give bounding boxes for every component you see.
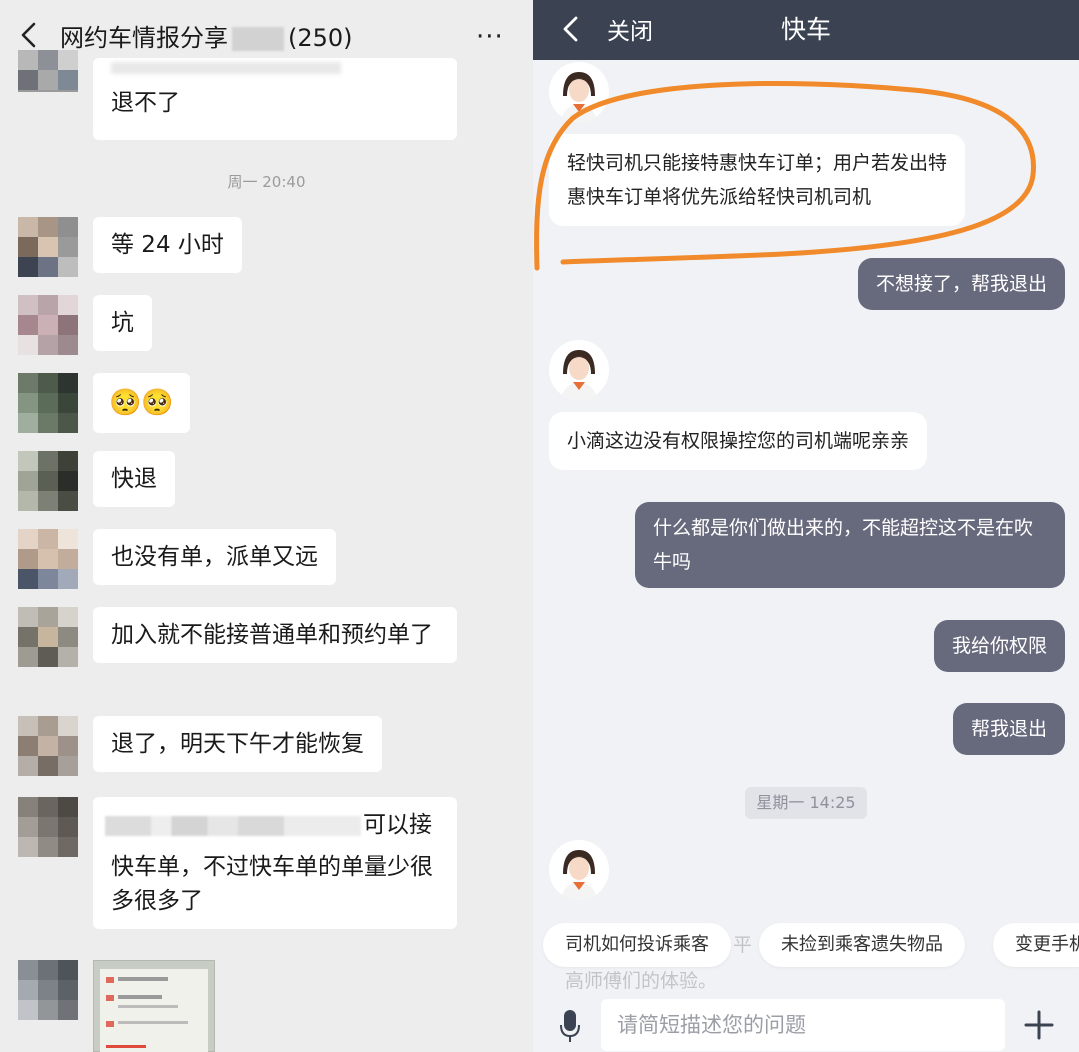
chat-bubble: 坑 <box>93 295 152 351</box>
user-message: 什么都是你们做出来的，不能超控这不是在吹牛吗 <box>635 502 1065 588</box>
chat-bubble: 退不了 <box>93 58 457 140</box>
message-text: 退不了 <box>111 90 180 116</box>
quick-reply-chip[interactable]: 变更手机 <box>993 923 1079 967</box>
avatar[interactable] <box>18 797 78 857</box>
agent-message: 轻快司机只能接特惠快车订单；用户若发出特惠快车订单将优先派给轻快司机司机 <box>549 134 965 226</box>
chat-title: 快车 <box>780 15 831 44</box>
avatar[interactable] <box>18 529 78 589</box>
emoji-message: 🥺🥺 <box>109 388 174 418</box>
input-bar <box>533 995 1079 1052</box>
avatar[interactable] <box>18 960 78 1020</box>
agent-avatar-icon <box>549 840 609 900</box>
message-text: 快车单，不过快车单的单量少很多很多了 <box>111 854 433 914</box>
avatar[interactable] <box>18 373 78 433</box>
support-header: 关闭 快车 <box>533 0 1079 60</box>
avatar[interactable] <box>18 716 78 776</box>
message-input[interactable] <box>601 999 1005 1051</box>
quick-reply-chip[interactable]: 未捡到乘客遗失物品 <box>759 923 965 967</box>
message-text: 也没有单，派单又远 <box>111 544 318 570</box>
plus-icon[interactable] <box>1023 1009 1055 1041</box>
message-text: 加入就不能接普通单和预约单了 <box>111 622 433 648</box>
timestamp: 周一 20:40 <box>227 173 306 191</box>
avatar[interactable] <box>18 451 78 511</box>
faded-background-text: 高师傅们的体验。 <box>565 970 718 992</box>
agent-message: 小滴这边没有权限操控您的司机端呢亲亲 <box>549 412 928 470</box>
faded-background-text: 平 <box>733 934 753 956</box>
message-text: 坑 <box>111 310 134 336</box>
blurred-region <box>232 27 284 51</box>
agent-avatar-icon <box>549 340 609 400</box>
more-menu-icon[interactable]: ··· <box>476 22 504 52</box>
chat-bubble: 等 24 小时 <box>93 217 242 273</box>
back-arrow-icon[interactable] <box>18 22 40 48</box>
message-text-tail: 可以接 <box>363 812 432 838</box>
avatar[interactable] <box>18 607 78 667</box>
chat-bubble: 🥺🥺 <box>93 373 190 433</box>
timestamp: 星期一 14:25 <box>745 787 867 819</box>
group-name: 网约车情报分享 <box>60 24 228 52</box>
support-chat-window: 关闭 快车 轻快司机只能接特惠快车订单；用户若发出特惠快车订单将优先派给轻快司机… <box>533 0 1079 1052</box>
chat-bubble: 也没有单，派单又远 <box>93 529 336 585</box>
message-text: 等 24 小时 <box>111 232 224 258</box>
user-message: 我给你权限 <box>933 620 1065 672</box>
agent-avatar <box>549 340 609 400</box>
agent-avatar-icon <box>549 62 609 122</box>
message-text: 退了，明天下午才能恢复 <box>111 731 364 757</box>
quick-reply-chip[interactable]: 司机如何投诉乘客 <box>543 923 731 967</box>
chat-bubble: 可以接 快车单，不过快车单的单量少很多很多了 <box>93 797 457 929</box>
agent-avatar <box>549 62 609 122</box>
chat-bubble: 快退 <box>93 451 175 507</box>
chat-bubble: 退了，明天下午才能恢复 <box>93 716 382 772</box>
member-count: (250) <box>288 24 353 52</box>
image-message-thumbnail[interactable] <box>93 960 215 1052</box>
group-title: 网约车情报分享 (250) <box>60 18 353 53</box>
avatar[interactable] <box>18 295 78 355</box>
avatar[interactable] <box>18 50 78 92</box>
microphone-icon[interactable] <box>559 1009 581 1043</box>
wechat-group-chat: 网约车情报分享 (250) ··· 退不了 周一 20:40 等 24 小时 坑 … <box>0 0 533 1052</box>
agent-avatar <box>549 840 609 900</box>
user-message: 不想接了，帮我退出 <box>857 258 1065 310</box>
message-text: 快退 <box>111 466 157 492</box>
avatar[interactable] <box>18 217 78 277</box>
chat-bubble: 加入就不能接普通单和预约单了 <box>93 607 457 663</box>
user-message: 帮我退出 <box>952 703 1065 755</box>
